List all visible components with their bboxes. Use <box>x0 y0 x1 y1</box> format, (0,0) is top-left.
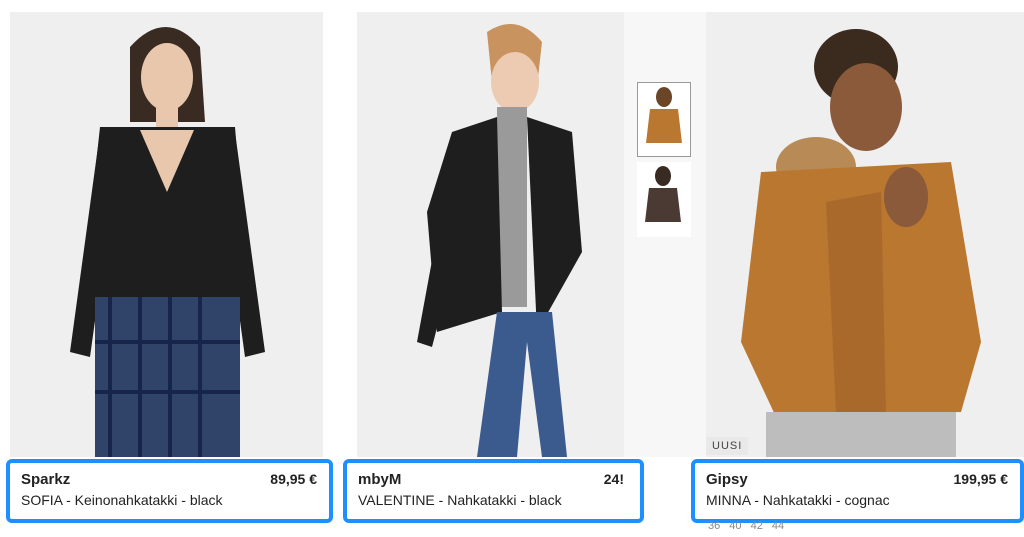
product-info-gipsy[interactable]: Gipsy 199,95 € MINNA - Nahkatakki - cogn… <box>691 459 1024 523</box>
thumbnail-cognac[interactable] <box>637 82 691 157</box>
product-info-mbym[interactable]: mbyM 24! VALENTINE - Nahkatakki - black <box>343 459 644 523</box>
product-brand: Sparkz <box>21 471 71 488</box>
new-badge: UUSI <box>706 437 749 455</box>
product-brand: Gipsy <box>706 471 748 488</box>
woman-black-biker-jacket-image[interactable] <box>10 12 323 457</box>
thumbnail-brown[interactable] <box>637 162 691 237</box>
product-price: 89,95 € <box>270 471 317 487</box>
product-brand: mbyM <box>358 471 402 488</box>
color-thumbnails <box>624 12 706 457</box>
product-price: 199,95 € <box>953 471 1009 487</box>
woman-cognac-leather-jacket-image[interactable] <box>706 12 1024 457</box>
product-name: MINNA - Nahkatakki - cognac <box>706 492 890 508</box>
product-price: 24! <box>603 471 624 487</box>
product-card-mbym[interactable] <box>357 12 624 457</box>
brown-jacket-thumbnail-icon <box>645 166 681 222</box>
product-card-gipsy[interactable] <box>706 12 1024 457</box>
product-info-sparkz[interactable]: Sparkz 89,95 € SOFIA - Keinonahkatakki -… <box>6 459 333 523</box>
product-name: SOFIA - Keinonahkatakki - black <box>21 492 223 508</box>
available-sizes: 36 40 42 44 <box>708 520 785 532</box>
woman-black-waterfall-jacket-image[interactable] <box>357 12 624 457</box>
cognac-jacket-thumbnail-icon <box>646 87 682 143</box>
product-card-sparkz[interactable] <box>10 12 323 457</box>
product-name: VALENTINE - Nahkatakki - black <box>358 492 562 508</box>
